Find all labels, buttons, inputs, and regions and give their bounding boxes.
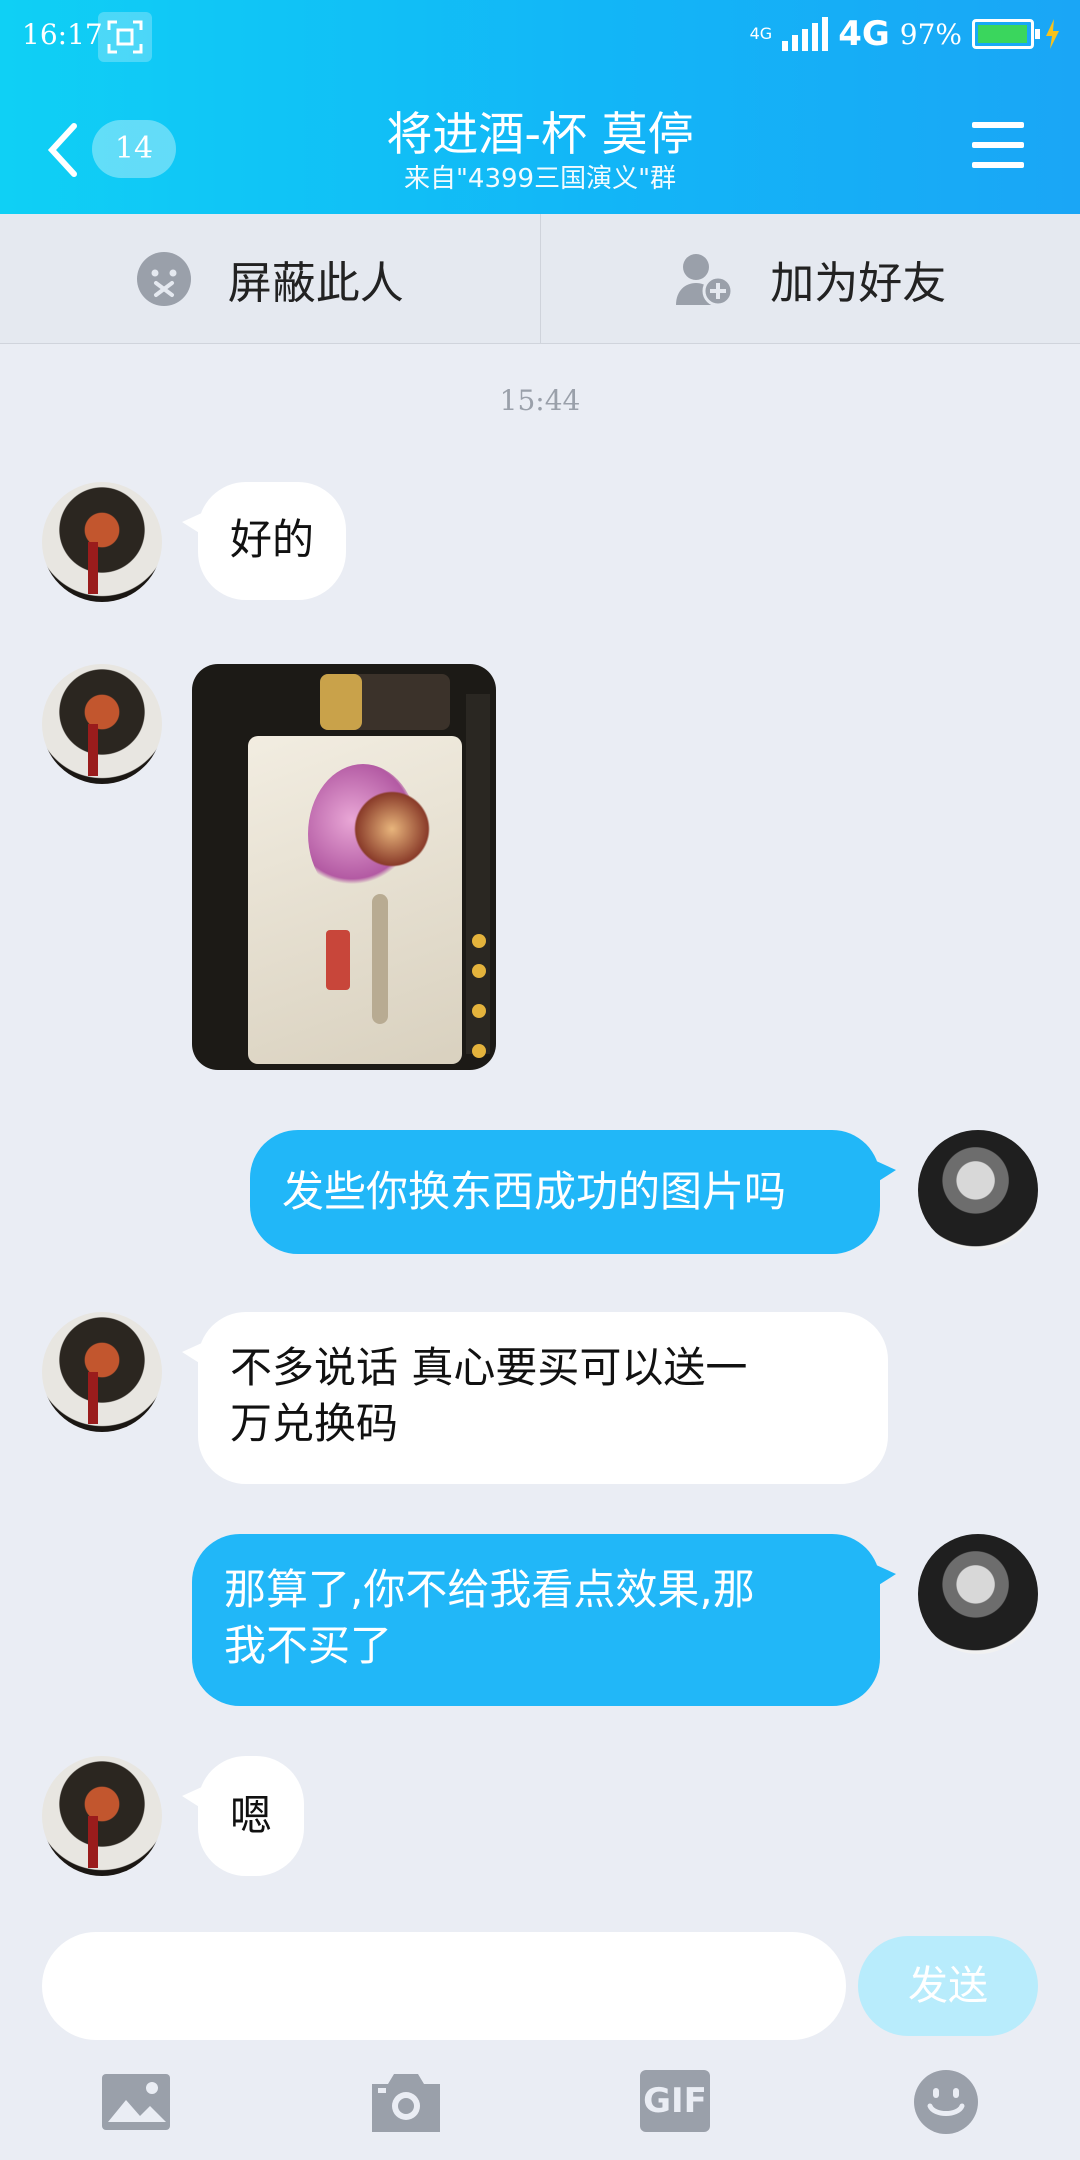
block-face-icon [136,251,191,306]
top-bar: 16:17 4G 4G 97% 14 将进酒-杯 莫停 来自"4399三国演义"… [0,0,1080,214]
add-friend-button[interactable]: 加为好友 [541,214,1080,343]
message-input[interactable] [42,1932,846,2040]
chat-subtitle: 来自"4399三国演义"群 [403,164,677,194]
message-text: 嗯 [230,1791,273,1840]
chat-title: 将进酒-杯 莫停 [386,107,694,161]
add-friend-icon [676,253,734,306]
add-friend-label: 加为好友 [770,257,947,309]
message-text: 发些你换东西成功的图片吗 [282,1167,787,1216]
incoming-message-bubble[interactable]: 嗯 [181,1756,305,1876]
image-message[interactable] [192,664,496,1070]
status-right: 4G 4G 97% [750,14,1060,54]
camera-icon[interactable] [370,2068,442,2136]
block-user-button[interactable]: 屏蔽此人 [0,214,541,343]
image-icon[interactable] [100,2068,172,2136]
battery-icon [972,19,1040,49]
incoming-message-bubble[interactable]: 不多说话 真心要买可以送一 万兑换码 [182,1312,888,1484]
charging-icon [1046,19,1059,49]
outgoing-message-bubble[interactable]: 发些你换东西成功的图片吗 [250,1130,896,1254]
menu-icon[interactable] [972,122,1024,168]
nav-bar: 14 将进酒-杯 莫停 来自"4399三国演义"群 [0,80,1080,214]
sender-avatar[interactable] [42,1312,162,1432]
emoji-icon[interactable] [910,2068,982,2136]
incoming-message-bubble[interactable]: 好的 [181,482,347,600]
battery-percent: 97% [899,17,962,51]
message-timestamp: 15:44 [499,384,581,417]
network-type: 4G [838,14,890,54]
sender-avatar[interactable] [42,1756,162,1876]
message-text-line: 那算了,你不给我看点效果,那 [224,1565,755,1614]
network-small-label: 4G [749,24,773,43]
block-user-label: 屏蔽此人 [227,257,404,309]
sender-avatar[interactable] [42,664,162,784]
sender-avatar[interactable] [42,482,162,602]
outgoing-message-bubble[interactable]: 那算了,你不给我看点效果,那 我不买了 [192,1534,896,1706]
my-avatar[interactable] [918,1130,1038,1250]
stranger-action-bar: 屏蔽此人 加为好友 [0,214,1080,344]
my-avatar[interactable] [918,1534,1038,1654]
send-button[interactable]: 发送 [858,1936,1038,2036]
message-text: 好的 [230,515,315,564]
signal-icon [782,17,829,51]
screenshot-icon [98,12,152,62]
message-text-line: 我不买了 [224,1621,393,1670]
message-text-line: 万兑换码 [230,1399,399,1448]
status-bar: 16:17 4G 4G 97% [0,0,1080,72]
compose-bar: 发送 GIF [0,1908,1080,2160]
gif-icon[interactable]: GIF [640,2070,710,2132]
clock: 16:17 [22,18,103,51]
battery-fill [978,25,1027,43]
message-text-line: 不多说话 真心要买可以送一 [230,1343,748,1392]
